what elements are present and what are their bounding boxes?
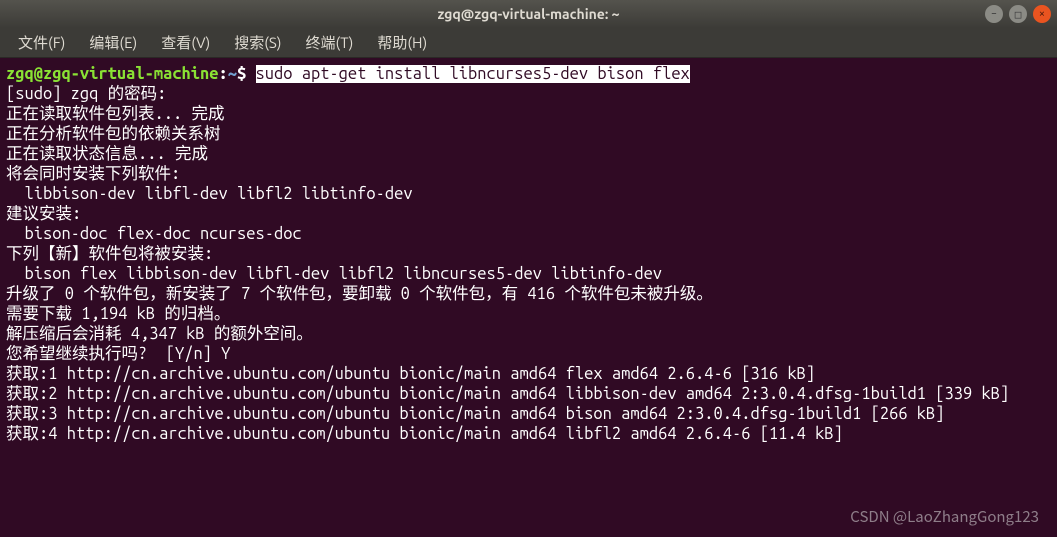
menu-help[interactable]: 帮助(H) — [367, 30, 437, 55]
menubar: 文件(F) 编辑(E) 查看(V) 搜索(S) 终端(T) 帮助(H) — [0, 28, 1057, 58]
window-title: zgq@zgq-virtual-machine: ~ — [8, 6, 1049, 22]
minimize-button[interactable]: – — [985, 5, 1003, 23]
terminal-area[interactable]: zgq@zgq-virtual-machine:~$ sudo apt-get … — [0, 58, 1057, 537]
output-line: 获取:1 http://cn.archive.ubuntu.com/ubuntu… — [6, 365, 815, 383]
output-line: 正在分析软件包的依赖关系树 — [6, 125, 221, 143]
command-selected: sudo apt-get install libncurses5-dev bis… — [256, 65, 690, 83]
prompt-dollar: $ — [237, 65, 255, 83]
output-line: 获取:3 http://cn.archive.ubuntu.com/ubuntu… — [6, 405, 945, 423]
output-line: 获取:4 http://cn.archive.ubuntu.com/ubuntu… — [6, 425, 843, 443]
output-line: bison-doc flex-doc ncurses-doc — [6, 225, 302, 243]
output-line: libbison-dev libfl-dev libfl2 libtinfo-d… — [6, 185, 413, 203]
prompt-userhost: zgq@zgq-virtual-machine — [6, 65, 219, 83]
output-line: bison flex libbison-dev libfl-dev libfl2… — [6, 265, 662, 283]
window-controls: – □ × — [985, 5, 1051, 23]
output-line: 建议安装: — [6, 205, 81, 223]
output-line: 获取:2 http://cn.archive.ubuntu.com/ubuntu… — [6, 385, 1009, 403]
prompt-colon: : — [219, 65, 228, 83]
output-line: [sudo] zgq 的密码: — [6, 85, 166, 103]
menu-search[interactable]: 搜索(S) — [224, 30, 291, 55]
output-line: 解压缩后会消耗 4,347 kB 的额外空间。 — [6, 325, 313, 343]
menu-view[interactable]: 查看(V) — [151, 30, 220, 55]
close-button[interactable]: × — [1033, 5, 1051, 23]
maximize-button[interactable]: □ — [1009, 5, 1027, 23]
output-line: 下列【新】软件包将被安装: — [6, 245, 213, 263]
menu-edit[interactable]: 编辑(E) — [79, 30, 147, 55]
output-line: 正在读取状态信息... 完成 — [6, 145, 208, 163]
menu-terminal[interactable]: 终端(T) — [296, 30, 364, 55]
menu-file[interactable]: 文件(F) — [8, 30, 75, 55]
window-titlebar: zgq@zgq-virtual-machine: ~ – □ × — [0, 0, 1057, 28]
output-line: 您希望继续执行吗? [Y/n] Y — [6, 345, 230, 363]
output-line: 正在读取软件包列表... 完成 — [6, 105, 224, 123]
prompt-path: ~ — [228, 65, 237, 83]
output-line: 需要下载 1,194 kB 的归档。 — [6, 305, 230, 323]
output-line: 升级了 0 个软件包，新安装了 7 个软件包，要卸载 0 个软件包，有 416 … — [6, 285, 713, 303]
output-line: 将会同时安装下列软件: — [6, 165, 180, 183]
